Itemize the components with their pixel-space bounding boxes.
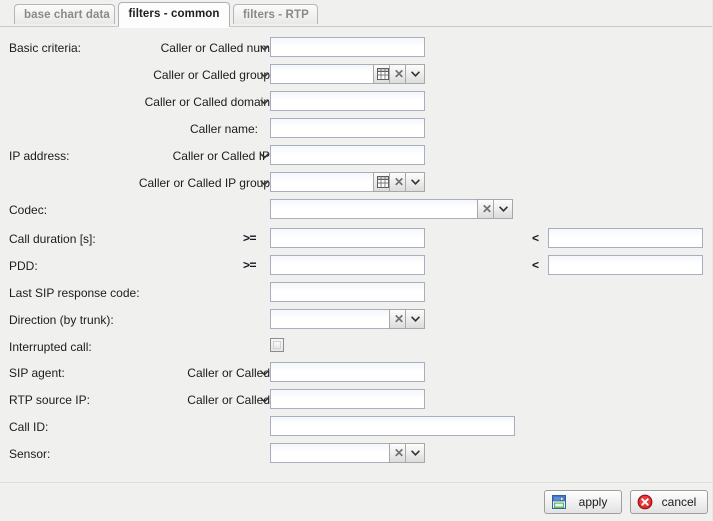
operator-min-pdd: >= <box>243 258 257 272</box>
chevron-down-icon <box>494 200 512 218</box>
active-tab-mask <box>119 26 229 28</box>
dropdown-button[interactable] <box>493 199 513 219</box>
tab-base-chart-data[interactable]: base chart data <box>14 4 115 24</box>
operator-max-pdd: < <box>532 258 539 272</box>
row-label-caller-or-called-ip: Caller or Called IP <box>172 149 270 163</box>
input-caller-or-called-group[interactable] <box>270 64 374 84</box>
tab-filters-common[interactable]: filters - common <box>118 2 230 26</box>
input-sensor[interactable] <box>270 443 390 463</box>
chevron-down-icon[interactable] <box>259 176 270 190</box>
dropdown-button[interactable] <box>405 443 425 463</box>
row-pdd: PDD: >= < <box>0 254 713 280</box>
row-call-id: Call ID: <box>0 415 713 441</box>
row-label-caller-or-called-domain: Caller or Called domain <box>144 95 270 109</box>
row-label-caller-name: Caller name: <box>189 122 258 136</box>
section-label-basic-criteria: Basic criteria: <box>9 41 82 55</box>
input-codec[interactable] <box>270 199 478 219</box>
row-label-last-sip-response-code: Last SIP response code: <box>9 286 140 300</box>
selector-label-rtp-source-ip: Caller or Called <box>187 393 270 407</box>
row-caller-or-called-group: Caller or Called group ✕ <box>0 63 713 89</box>
input-direction-by-trunk[interactable] <box>270 309 390 329</box>
row-label-sensor: Sensor: <box>9 447 51 461</box>
row-caller-or-called-domain: Caller or Called domain <box>0 90 713 116</box>
dropdown-button[interactable] <box>405 64 425 84</box>
row-label-rtp-source-ip: RTP source IP: <box>9 393 90 407</box>
row-sip-agent: SIP agent: Caller or Called <box>0 361 713 387</box>
input-caller-or-called-ip[interactable] <box>270 145 425 165</box>
tab-filters-rtp[interactable]: filters - RTP <box>233 4 318 24</box>
row-label-sip-agent: SIP agent: <box>9 366 65 380</box>
row-label-direction-by-trunk: Direction (by trunk): <box>9 313 114 327</box>
selector-label-sip-agent: Caller or Called <box>187 366 270 380</box>
checkbox-interrupted-call[interactable] <box>270 338 284 352</box>
section-label-ip-address: IP address: <box>9 149 70 163</box>
row-label-codec: Codec: <box>9 203 48 217</box>
row-label-caller-or-called-group: Caller or Called group <box>153 68 270 82</box>
row-label-call-duration: Call duration [s]: <box>9 232 96 246</box>
cancel-button[interactable]: cancel <box>630 490 708 514</box>
chevron-down-icon <box>406 444 424 462</box>
dropdown-button[interactable] <box>405 309 425 329</box>
filter-dialog: base chart data filters - common filters… <box>0 0 713 521</box>
input-pdd-max[interactable] <box>548 255 703 275</box>
input-caller-name[interactable] <box>270 118 425 138</box>
row-caller-or-called-ip: IP address: Caller or Called IP <box>0 144 713 170</box>
row-call-duration: Call duration [s]: >= < <box>0 227 713 253</box>
chevron-down-icon <box>406 173 424 191</box>
save-floppy-icon <box>551 494 567 510</box>
tab-bar: base chart data filters - common filters… <box>0 0 713 28</box>
operator-min-call-duration: >= <box>243 231 257 245</box>
row-label-caller-or-called-num: Caller or Called num <box>160 41 270 55</box>
chevron-down-icon[interactable] <box>259 393 270 407</box>
chevron-down-icon <box>406 310 424 328</box>
row-caller-or-called-ip-group: Caller or Called IP group ✕ <box>0 171 713 197</box>
chevron-down-icon[interactable] <box>259 95 270 109</box>
row-sensor: Sensor: ✕ <box>0 442 713 468</box>
input-call-id[interactable] <box>270 416 515 436</box>
row-interrupted-call: Interrupted call: <box>0 335 713 361</box>
filters-form: Basic criteria: Caller or Called num Cal… <box>0 27 713 482</box>
input-last-sip-response-code[interactable] <box>270 282 425 302</box>
row-codec: Codec: ✕ <box>0 198 713 224</box>
input-rtp-source-ip[interactable] <box>270 389 425 409</box>
chevron-down-icon[interactable] <box>259 41 270 55</box>
operator-max-call-duration: < <box>532 231 539 245</box>
row-label-caller-or-called-ip-group: Caller or Called IP group <box>138 176 270 190</box>
input-caller-or-called-ip-group[interactable] <box>270 172 374 192</box>
row-caller-name: Caller name: <box>0 117 713 143</box>
row-label-pdd: PDD: <box>9 259 38 273</box>
dialog-footer: apply cancel <box>0 482 713 521</box>
dropdown-button[interactable] <box>405 172 425 192</box>
row-rtp-source-ip: RTP source IP: Caller or Called <box>0 388 713 414</box>
chevron-down-icon <box>406 65 424 83</box>
chevron-down-icon[interactable] <box>259 68 270 82</box>
cancel-button-label: cancel <box>661 495 697 509</box>
input-sip-agent[interactable] <box>270 362 425 382</box>
apply-button[interactable]: apply <box>544 490 622 514</box>
input-call-duration-max[interactable] <box>548 228 703 248</box>
row-last-sip-response-code: Last SIP response code: <box>0 281 713 307</box>
apply-button-label: apply <box>578 495 608 509</box>
row-label-call-id: Call ID: <box>9 420 49 434</box>
input-pdd-min[interactable] <box>270 255 425 275</box>
input-caller-or-called-num[interactable] <box>270 37 425 57</box>
cancel-circle-icon <box>637 494 653 510</box>
input-caller-or-called-domain[interactable] <box>270 91 425 111</box>
chevron-down-icon[interactable] <box>259 149 270 163</box>
row-caller-or-called-num: Basic criteria: Caller or Called num <box>0 36 713 62</box>
row-direction-by-trunk: Direction (by trunk): ✕ <box>0 308 713 334</box>
input-call-duration-min[interactable] <box>270 228 425 248</box>
chevron-down-icon[interactable] <box>259 366 270 380</box>
row-label-interrupted-call: Interrupted call: <box>9 340 92 354</box>
